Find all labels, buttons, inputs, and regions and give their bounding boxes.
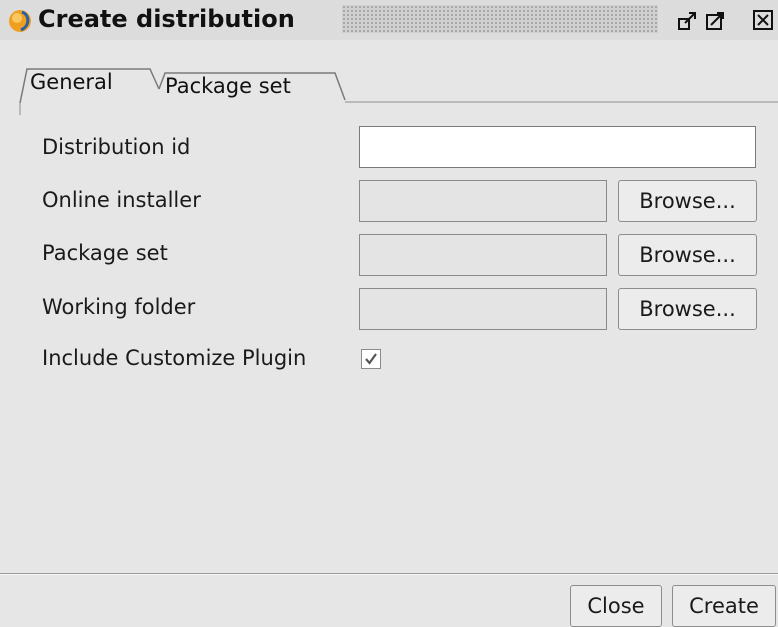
close-window-icon[interactable] [752, 9, 774, 31]
browse-online-installer-button[interactable]: Browse... [618, 180, 757, 222]
checkmark-icon [365, 353, 377, 365]
package-set-label: Package set [42, 241, 168, 265]
working-folder-field[interactable] [359, 288, 607, 330]
maximize-window-icon[interactable] [705, 9, 727, 31]
app-swirl-icon [6, 6, 34, 34]
title-bar-grip [342, 5, 658, 33]
close-button[interactable]: Close [570, 585, 662, 627]
distribution-id-input[interactable] [359, 126, 756, 168]
browse-working-folder-button[interactable]: Browse... [618, 288, 757, 330]
window-title: Create distribution [38, 5, 295, 33]
create-button[interactable]: Create [672, 585, 776, 627]
distribution-id-label: Distribution id [42, 135, 191, 159]
title-bar[interactable]: Create distribution [0, 0, 778, 40]
include-customize-plugin-checkbox[interactable] [361, 349, 381, 369]
tab-package-set[interactable]: Package set [165, 72, 291, 100]
include-customize-plugin-label: Include Customize Plugin [42, 346, 307, 370]
online-installer-field[interactable] [359, 180, 607, 222]
tab-general[interactable]: General [30, 68, 113, 96]
restore-window-icon[interactable] [677, 9, 699, 31]
package-set-field[interactable] [359, 234, 607, 276]
tab-strip [19, 68, 778, 115]
working-folder-label: Working folder [42, 295, 196, 319]
browse-package-set-button[interactable]: Browse... [618, 234, 757, 276]
online-installer-label: Online installer [42, 188, 201, 212]
